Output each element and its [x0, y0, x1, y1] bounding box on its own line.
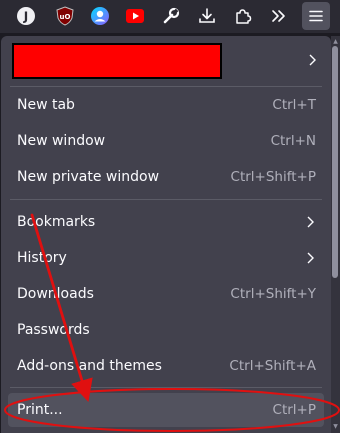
scroll-down-arrow-icon[interactable]: ▼ [332, 423, 339, 430]
menu-scrollbar-thumb[interactable] [332, 46, 338, 278]
menu-item-shortcut: Ctrl+T [272, 97, 316, 113]
menu-item-label: Downloads [17, 286, 94, 302]
menu-item-label: Print... [17, 402, 63, 418]
redacted-account-name [12, 43, 222, 79]
menu-item-label: Bookmarks [17, 214, 96, 230]
menu-item-new-tab[interactable]: New tab Ctrl+T [8, 88, 324, 122]
menu-separator [10, 199, 322, 200]
menu-separator [10, 387, 322, 388]
menu-item-new-private-window[interactable]: New private window Ctrl+Shift+P [8, 160, 324, 194]
menu-item-downloads[interactable]: Downloads Ctrl+Shift+Y [8, 277, 324, 311]
account-row[interactable] [10, 40, 326, 80]
ublock-origin-icon[interactable]: uO [51, 2, 79, 30]
menu-item-shortcut: Ctrl+N [270, 133, 316, 149]
chevron-right-icon [307, 216, 314, 228]
menu-item-shortcut: Ctrl+Shift+A [229, 358, 316, 374]
extension-j-icon[interactable]: J [12, 2, 40, 30]
menu-item-shortcut: Ctrl+Shift+Y [230, 286, 316, 302]
profile-icon[interactable] [86, 2, 114, 30]
overflow-chevrons-icon[interactable] [265, 2, 293, 30]
wrench-icon[interactable] [157, 2, 185, 30]
menu-item-label: History [17, 250, 67, 266]
chevron-right-icon [307, 252, 314, 264]
menu-separator [10, 86, 322, 87]
menu-item-label: Add-ons and themes [17, 358, 162, 374]
svg-text:J: J [23, 10, 28, 24]
downloads-icon[interactable] [193, 2, 221, 30]
menu-item-history[interactable]: History [8, 241, 324, 275]
hamburger-menu-icon[interactable] [302, 2, 330, 30]
menu-item-shortcut: Ctrl+P [272, 402, 316, 418]
menu-item-print[interactable]: Print... Ctrl+P [8, 393, 324, 427]
menu-item-shortcut: Ctrl+Shift+P [230, 169, 316, 185]
browser-toolbar: J uO [0, 0, 340, 33]
app-menu-panel: New tab Ctrl+T New window Ctrl+N New pri… [1, 36, 331, 433]
youtube-icon[interactable] [121, 2, 149, 30]
menu-item-new-window[interactable]: New window Ctrl+N [8, 124, 324, 158]
menu-item-label: New private window [17, 169, 160, 185]
extensions-puzzle-icon[interactable] [229, 2, 257, 30]
svg-text:uO: uO [60, 13, 71, 21]
menu-item-label: New window [17, 133, 106, 149]
scroll-up-arrow-icon[interactable]: ▲ [332, 38, 339, 45]
menu-item-label: New tab [17, 97, 75, 113]
chevron-right-icon [309, 54, 316, 66]
menu-item-label: Passwords [17, 322, 90, 338]
menu-item-add-ons-and-themes[interactable]: Add-ons and themes Ctrl+Shift+A [8, 349, 324, 383]
menu-item-passwords[interactable]: Passwords [8, 313, 324, 347]
menu-item-bookmarks[interactable]: Bookmarks [8, 205, 324, 239]
